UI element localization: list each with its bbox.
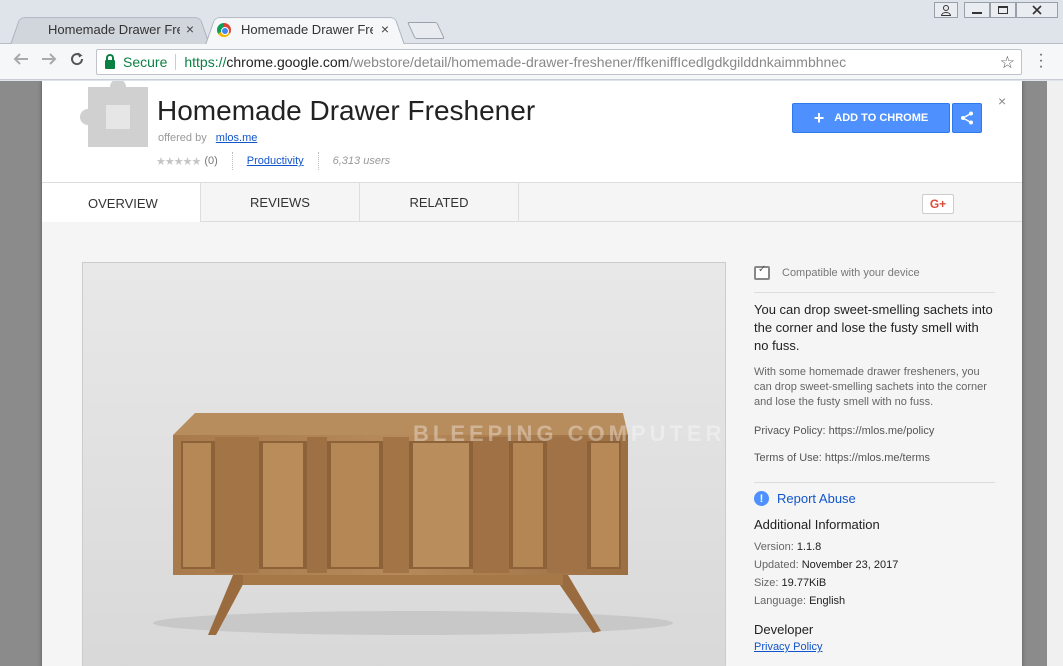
developer-title: Developer [754,622,814,637]
add-to-chrome-button[interactable]: + ADD TO CHROME [792,103,950,133]
device-check-icon [754,264,770,280]
close-dialog-icon[interactable]: × [998,93,1006,109]
forward-arrow-icon [42,53,57,65]
back-arrow-icon [13,53,28,65]
report-abuse-label: Report Abuse [777,491,856,506]
rating-stars-icon: ★★★★★ [156,155,201,168]
version-value: 1.1.8 [796,541,822,553]
extension-title: Homemade Drawer Freshener [157,95,536,126]
close-window-icon [1032,5,1042,15]
compatible-label: Compatible with your device [782,267,920,279]
offered-by-link[interactable]: mlos.me [216,132,258,144]
tab-1[interactable]: Homemade Drawer Fresh × [10,14,210,45]
version-label: Version: [754,541,794,553]
address-bar[interactable]: Secure https://chrome.google.com/webstor… [96,49,1022,75]
maximize-button[interactable] [990,2,1016,18]
plus-icon: + [813,107,825,128]
language-value: English [809,595,846,607]
back-button[interactable] [10,51,32,72]
size-value: 19.77KiB [781,577,827,589]
webstore-favicon-icon [217,23,231,37]
add-to-chrome-label: ADD TO CHROME [834,112,929,124]
scrollbar[interactable] [1047,81,1063,666]
extension-puzzle-icon [80,81,148,147]
page-viewport: Homemade Drawer Freshener offered by mlo… [0,81,1063,666]
updated-label: Updated: [754,559,799,571]
profile-icon[interactable] [934,2,958,18]
new-tab-button[interactable] [407,22,445,39]
toolbar: Secure https://chrome.google.com/webstor… [0,44,1063,80]
secure-label: Secure [123,54,168,70]
minimize-button[interactable] [964,2,990,18]
updated-value: November 23, 2017 [801,559,899,571]
report-abuse-link[interactable]: ! Report Abuse [754,491,995,506]
description-small: With some homemade drawer fresheners, yo… [754,366,987,408]
offered-by: offered by mlos.me [158,132,257,144]
watermark-text: BLEEPING COMPUTER [413,421,725,446]
detail-tabs: OVERVIEW REVIEWS RELATED G+ [42,183,1022,223]
forward-button[interactable] [38,51,60,72]
terms-of-use: Terms of Use: https://mlos.me/terms [754,452,931,464]
privacy-policy: Privacy Policy: https://mlos.me/policy [754,425,935,437]
reload-button[interactable] [66,51,88,72]
alert-icon: ! [754,491,769,506]
url-path: /webstore/detail/homemade-drawer-freshen… [349,54,847,70]
url-scheme: https:// [184,54,227,70]
screenshot-image[interactable]: BLEEPING COMPUTER [82,262,726,666]
developer-privacy-link[interactable]: Privacy Policy [754,641,995,653]
offered-by-label: offered by [158,132,207,144]
sideboard-image: BLEEPING COMPUTER [153,413,725,635]
share-icon [961,111,973,125]
info-sidebar: Compatible with your device You can drop… [754,262,995,653]
tab-related[interactable]: RELATED [360,183,519,222]
google-plus-button[interactable]: G+ [922,194,954,214]
close-tab-icon[interactable]: × [186,21,194,37]
tab-overview[interactable]: OVERVIEW [42,183,201,223]
share-button[interactable] [952,103,982,133]
language-label: Language: [754,595,806,607]
tab-reviews[interactable]: REVIEWS [201,183,360,222]
additional-info-title: Additional Information [754,517,880,532]
close-tab-icon[interactable]: × [381,21,389,37]
tab-title: Homemade Drawer Fresh [48,22,180,37]
additional-info: Version: 1.1.8 Updated: November 23, 201… [754,538,995,610]
menu-icon[interactable]: · · · [1035,47,1047,75]
maximize-icon [998,6,1008,14]
extension-meta: ★★★★★ (0) Productivity 6,313 users [156,152,390,170]
size-label: Size: [754,577,779,589]
url-host: chrome.google.com [226,54,350,70]
extension-header: Homemade Drawer Freshener offered by mlo… [42,81,1022,183]
minimize-icon [972,12,982,14]
compatible-notice: Compatible with your device [754,262,995,284]
lock-icon [105,53,115,69]
reload-icon [71,52,84,66]
user-count: 6,313 users [332,155,391,167]
overview-body: BLEEPING COMPUTER Compatible with your d… [42,222,1022,666]
tab-title: Homemade Drawer Fresh [241,22,373,37]
close-window-button[interactable] [1016,2,1058,18]
category-link[interactable]: Productivity [247,155,304,167]
title-bar: Homemade Drawer Fresh × Homemade Drawer … [0,0,1063,45]
rating-count: (0) [204,155,218,167]
extension-detail-dialog: Homemade Drawer Freshener offered by mlo… [42,81,1022,666]
bookmark-star-icon[interactable]: ☆ [1000,53,1015,73]
description-main: You can drop sweet-smelling sachets into… [754,302,993,353]
tab-2[interactable]: Homemade Drawer Fresh × [205,14,405,45]
